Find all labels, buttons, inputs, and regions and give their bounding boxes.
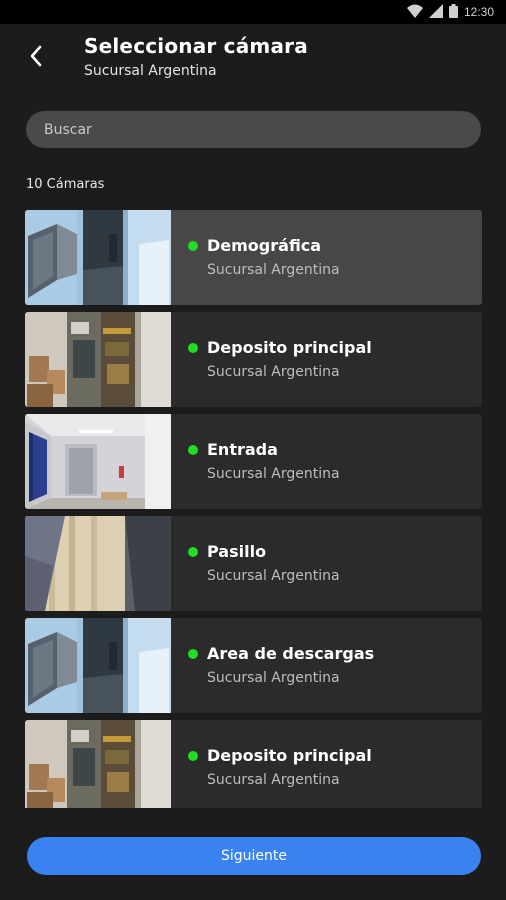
status-time: 12:30 (463, 5, 494, 19)
status-online-dot (188, 241, 198, 251)
next-button[interactable]: Siguiente (27, 837, 481, 875)
camera-name: Demográfica (207, 236, 322, 255)
camera-name: Entrada (207, 440, 278, 459)
camera-list: Demográfica Sucursal Argentina Deposito p… (25, 210, 482, 808)
camera-thumbnail (25, 414, 171, 509)
back-arrow-icon (29, 45, 43, 71)
status-online-dot (188, 445, 198, 455)
camera-thumbnail (25, 618, 171, 713)
camera-list-item[interactable]: Deposito principal Sucursal Argentina (25, 720, 482, 808)
camera-list-item[interactable]: Entrada Sucursal Argentina (25, 414, 482, 509)
camera-list-item[interactable]: Area de descargas Sucursal Argentina (25, 618, 482, 713)
camera-thumbnail (25, 516, 171, 611)
camera-location: Sucursal Argentina (207, 568, 340, 584)
page-title: Seleccionar cámara (84, 34, 308, 58)
camera-name: Area de descargas (207, 644, 375, 663)
cell-signal-icon (428, 3, 443, 22)
status-online-dot (188, 343, 198, 353)
battery-icon (448, 3, 458, 22)
camera-name: Pasillo (207, 542, 267, 561)
camera-location: Sucursal Argentina (207, 466, 340, 482)
camera-location: Sucursal Argentina (207, 772, 340, 788)
camera-list-item[interactable]: Deposito principal Sucursal Argentina (25, 312, 482, 407)
camera-thumbnail (25, 720, 171, 808)
status-bar: 12:30 (0, 0, 506, 24)
camera-list-item[interactable]: Pasillo Sucursal Argentina (25, 516, 482, 611)
search-input[interactable] (26, 111, 481, 148)
wifi-icon (406, 3, 423, 22)
camera-thumbnail (25, 312, 171, 407)
status-icons: 12:30 (406, 3, 494, 22)
camera-location: Sucursal Argentina (207, 364, 340, 380)
camera-location: Sucursal Argentina (207, 262, 340, 278)
status-online-dot (188, 547, 198, 557)
camera-name: Deposito principal (207, 338, 372, 357)
status-online-dot (188, 649, 198, 659)
camera-count: 10 Cámaras (26, 177, 105, 192)
camera-name: Deposito principal (207, 746, 372, 765)
camera-thumbnail (25, 210, 171, 305)
status-online-dot (188, 751, 198, 761)
camera-location: Sucursal Argentina (207, 670, 340, 686)
app-header: Seleccionar cámara Sucursal Argentina (0, 24, 506, 104)
page-subtitle: Sucursal Argentina (84, 63, 217, 79)
camera-list-item[interactable]: Demográfica Sucursal Argentina (25, 210, 482, 305)
back-button[interactable] (20, 42, 52, 74)
